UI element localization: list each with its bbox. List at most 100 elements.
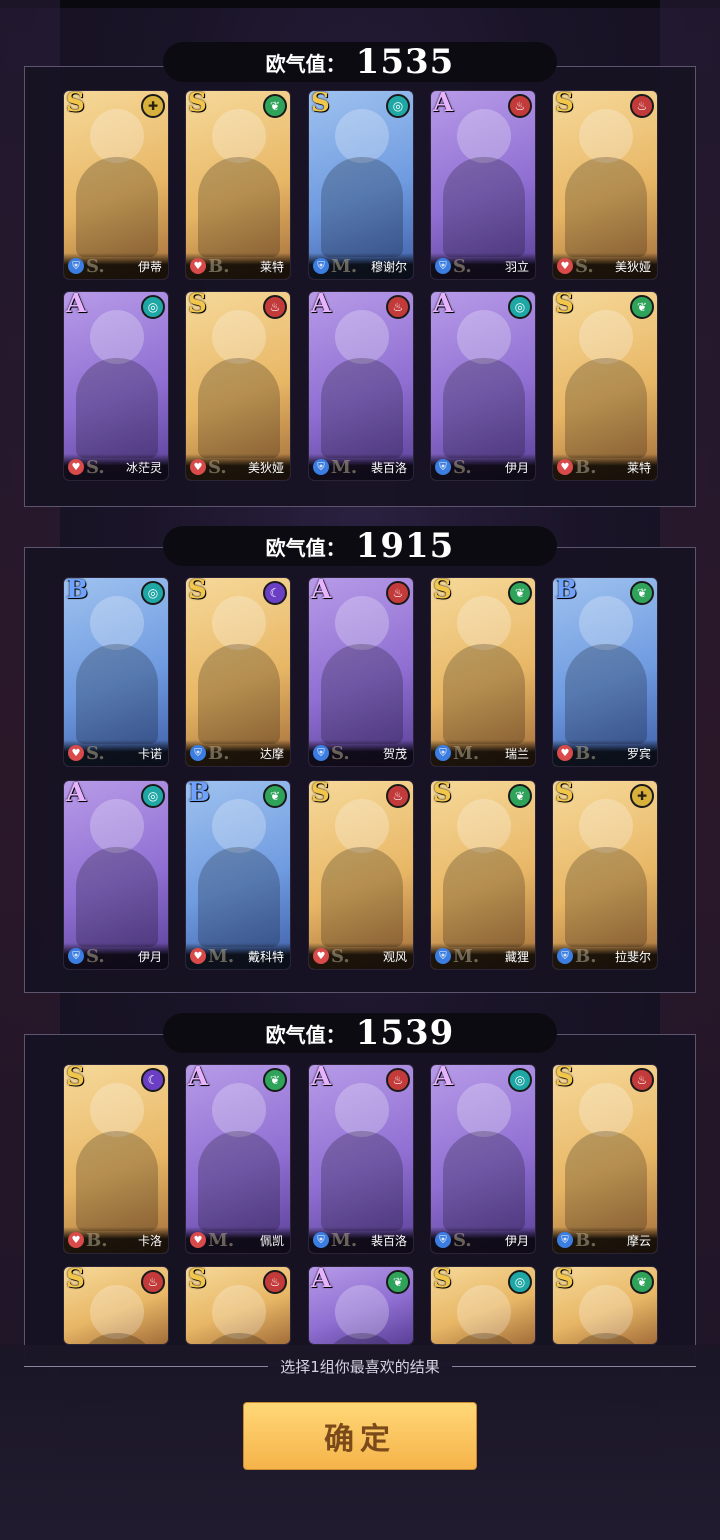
shield-icon: ⛨ bbox=[435, 745, 451, 761]
swirl-icon: ◎ bbox=[508, 295, 532, 319]
hero-card[interactable]: A ◎ ⛨ S. 伊月 bbox=[430, 291, 536, 481]
hero-portrait-body bbox=[565, 1333, 647, 1344]
hero-name: 观风 bbox=[382, 949, 407, 964]
hero-card[interactable]: S ☾ ♥ B. 卡洛 bbox=[63, 1064, 169, 1254]
confirm-button[interactable]: 确定 bbox=[243, 1402, 477, 1470]
rarity-badge: S bbox=[188, 577, 207, 605]
hero-card-footer: ⛨ M. 裴百洛 bbox=[309, 1227, 413, 1253]
hero-portrait-head bbox=[212, 109, 266, 163]
hero-portrait-body bbox=[198, 847, 280, 947]
divider-right bbox=[451, 1365, 697, 1367]
heart-icon: ♥ bbox=[557, 459, 573, 475]
hero-name: 戴科特 bbox=[247, 949, 284, 964]
tier-mark: B. bbox=[86, 1229, 108, 1251]
heart-icon: ♥ bbox=[313, 948, 329, 964]
flame-icon: ♨ bbox=[630, 1068, 654, 1092]
hero-name: 裴百洛 bbox=[370, 460, 407, 475]
leaf-icon: ❦ bbox=[263, 1068, 287, 1092]
hero-card[interactable]: A ❦ ♥ M. 佩凯 bbox=[185, 1064, 291, 1254]
tier-mark: S. bbox=[453, 1229, 472, 1251]
hero-card[interactable]: S ♨ ♥ S. 美狄娅 bbox=[185, 291, 291, 481]
hero-portrait-head bbox=[212, 1083, 266, 1137]
hero-card[interactable]: S ♨ bbox=[185, 1266, 291, 1345]
hero-card[interactable]: S ✚ ⛨ S. 伊蒂 bbox=[63, 90, 169, 280]
shield-icon: ⛨ bbox=[68, 258, 84, 274]
hero-portrait-body bbox=[198, 358, 280, 458]
heart-icon: ♥ bbox=[68, 459, 84, 475]
hero-card[interactable]: S ◎ bbox=[430, 1266, 536, 1345]
flame-icon: ♨ bbox=[141, 1270, 165, 1294]
rarity-badge: A bbox=[311, 291, 332, 319]
hero-name: 瑞兰 bbox=[504, 746, 529, 761]
shield-icon: ⛨ bbox=[435, 459, 451, 475]
hero-card[interactable]: S ♨ ♥ S. 美狄娅 bbox=[552, 90, 658, 280]
hero-card[interactable]: A ❦ bbox=[308, 1266, 414, 1345]
hero-name: 冰茫灵 bbox=[125, 460, 162, 475]
rarity-badge: S bbox=[66, 1064, 85, 1092]
hero-card[interactable]: S ♨ ⛨ B. 摩云 bbox=[552, 1064, 658, 1254]
hero-portrait-body bbox=[198, 1333, 280, 1344]
hero-card[interactable]: B ◎ ♥ S. 卡诺 bbox=[63, 577, 169, 767]
hero-portrait-body bbox=[76, 358, 158, 458]
hero-card[interactable]: A ◎ ⛨ S. 伊月 bbox=[430, 1064, 536, 1254]
hero-card[interactable]: S ❦ ♥ B. 莱特 bbox=[185, 90, 291, 280]
hero-portrait-body bbox=[565, 157, 647, 257]
hero-card-footer: ⛨ S. 伊月 bbox=[431, 1227, 535, 1253]
rarity-badge: S bbox=[555, 1266, 574, 1294]
hero-name: 卡诺 bbox=[137, 746, 162, 761]
hero-portrait-body bbox=[443, 1131, 525, 1231]
hero-card[interactable]: S ☾ ⛨ B. 达摩 bbox=[185, 577, 291, 767]
luck-value-label: 欧气值： bbox=[265, 1022, 346, 1047]
hero-portrait-body bbox=[565, 847, 647, 947]
hero-portrait-head bbox=[579, 310, 633, 364]
hero-card[interactable]: A ◎ ⛨ S. 伊月 bbox=[63, 780, 169, 970]
luck-value-score: 1539 bbox=[355, 1013, 455, 1053]
hero-card[interactable]: A ◎ ♥ S. 冰茫灵 bbox=[63, 291, 169, 481]
hero-card[interactable]: S ♨ bbox=[63, 1266, 169, 1345]
flame-icon: ♨ bbox=[386, 295, 410, 319]
rarity-badge: A bbox=[66, 780, 87, 808]
hero-card[interactable]: S ❦ bbox=[552, 1266, 658, 1345]
group-3-title: 欧气值： 1539 bbox=[163, 1013, 557, 1053]
swirl-icon: ◎ bbox=[508, 1270, 532, 1294]
shield-icon: ⛨ bbox=[313, 745, 329, 761]
hero-card[interactable]: A ♨ ⛨ S. 羽立 bbox=[430, 90, 536, 280]
flame-icon: ♨ bbox=[630, 94, 654, 118]
hero-portrait-head bbox=[90, 799, 144, 853]
hero-card[interactable]: S ❦ ♥ B. 莱特 bbox=[552, 291, 658, 481]
hero-name: 伊蒂 bbox=[137, 259, 162, 274]
shield-icon: ⛨ bbox=[313, 1232, 329, 1248]
hero-portrait-body bbox=[321, 1131, 403, 1231]
rarity-badge: A bbox=[188, 1064, 209, 1092]
hero-card[interactable]: B ❦ ♥ B. 罗宾 bbox=[552, 577, 658, 767]
hero-card[interactable]: A ♨ ⛨ M. 裴百洛 bbox=[308, 1064, 414, 1254]
hero-card[interactable]: S ♨ ♥ S. 观风 bbox=[308, 780, 414, 970]
hero-card[interactable]: S ❦ ⛨ M. 藏狸 bbox=[430, 780, 536, 970]
hero-card[interactable]: S ✚ ⛨ B. 拉斐尔 bbox=[552, 780, 658, 970]
hero-portrait-head bbox=[335, 1083, 389, 1137]
heart-icon: ♥ bbox=[190, 258, 206, 274]
cross-icon: ✚ bbox=[630, 784, 654, 808]
hero-card-footer: ⛨ S. 贺茂 bbox=[309, 740, 413, 766]
hero-card[interactable]: S ❦ ⛨ M. 瑞兰 bbox=[430, 577, 536, 767]
cross-icon: ✚ bbox=[141, 94, 165, 118]
leaf-icon: ❦ bbox=[386, 1270, 410, 1294]
hero-name: 美狄娅 bbox=[614, 259, 651, 274]
hero-card[interactable]: S ◎ ⛨ M. 穆谢尔 bbox=[308, 90, 414, 280]
swirl-icon: ◎ bbox=[141, 784, 165, 808]
shield-icon: ⛨ bbox=[557, 1232, 573, 1248]
swirl-icon: ◎ bbox=[508, 1068, 532, 1092]
hero-name: 伊月 bbox=[504, 1233, 529, 1248]
flame-icon: ♨ bbox=[508, 94, 532, 118]
hero-card[interactable]: A ♨ ⛨ M. 裴百洛 bbox=[308, 291, 414, 481]
rarity-badge: S bbox=[433, 1266, 452, 1294]
hero-portrait-head bbox=[457, 799, 511, 853]
hero-name: 罗宾 bbox=[626, 746, 651, 761]
luck-value-score: 1535 bbox=[355, 42, 455, 82]
hero-portrait-body bbox=[76, 847, 158, 947]
hero-portrait-head bbox=[90, 310, 144, 364]
hero-portrait-head bbox=[335, 109, 389, 163]
hero-card[interactable]: B ❦ ♥ M. 戴科特 bbox=[185, 780, 291, 970]
hero-card[interactable]: A ♨ ⛨ S. 贺茂 bbox=[308, 577, 414, 767]
hero-portrait-body bbox=[443, 847, 525, 947]
